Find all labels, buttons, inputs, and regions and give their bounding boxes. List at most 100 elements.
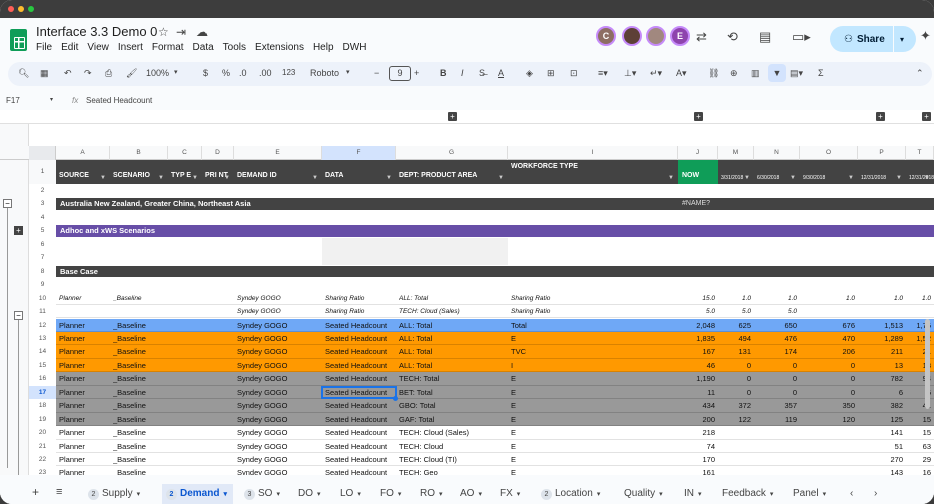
select-all-corner[interactable]: [29, 146, 56, 160]
sheet-tab-fx[interactable]: FX ▾: [500, 488, 520, 499]
font-select[interactable]: Roboto: [310, 68, 339, 78]
text-rotation-icon[interactable]: A▾: [676, 68, 687, 79]
row-number[interactable]: 13: [29, 332, 56, 345]
cell-a[interactable]: Planner: [59, 292, 107, 305]
filter-icon[interactable]: ▼: [224, 175, 230, 181]
tab-chevron-icon[interactable]: ▾: [597, 491, 601, 498]
cell-b[interactable]: _Baseline: [113, 466, 165, 475]
cell-f[interactable]: Seated Headcount: [325, 413, 393, 426]
column-header-T[interactable]: T: [906, 146, 934, 160]
cell-m[interactable]: 131: [721, 345, 751, 358]
cell-e[interactable]: Syndey GOGO: [237, 440, 319, 453]
cell-t[interactable]: 1.0: [909, 292, 931, 305]
cell-e[interactable]: Syndey GOGO: [237, 453, 319, 466]
cell-f[interactable]: Seated Headcount: [325, 359, 393, 372]
cell-f[interactable]: Seated Headcount: [325, 399, 393, 412]
cell-o[interactable]: 1.0: [803, 292, 855, 305]
filter-icon[interactable]: ▼: [790, 175, 796, 181]
cell-i[interactable]: E: [511, 413, 675, 426]
filter-icon[interactable]: ▼: [100, 175, 106, 181]
currency-button[interactable]: $: [203, 68, 208, 78]
cell-a[interactable]: Planner: [59, 399, 107, 412]
cell-t[interactable]: 15: [909, 426, 931, 439]
cell-e[interactable]: Syndey GOGO: [237, 466, 319, 475]
functions-button[interactable]: Σ: [818, 68, 824, 78]
cell-g[interactable]: ALL: Total: [399, 319, 505, 332]
expand-group-icon[interactable]: +: [922, 112, 931, 121]
sheet-tab-lo[interactable]: LO ▾: [340, 488, 361, 499]
cell-p[interactable]: 13: [861, 359, 903, 372]
cell-g[interactable]: ALL: Total: [399, 359, 505, 372]
row-number[interactable]: 2: [29, 184, 56, 197]
cell-j[interactable]: 74: [681, 440, 715, 453]
cell-a[interactable]: Planner: [59, 466, 107, 475]
row-number[interactable]: 11: [29, 305, 56, 318]
cell-j[interactable]: 434: [681, 399, 715, 412]
cell-f[interactable]: Seated Headcount: [325, 426, 393, 439]
paint-format-icon[interactable]: 🖌︎: [126, 68, 137, 79]
tab-chevron-icon[interactable]: ▾: [698, 491, 702, 498]
zoom-select[interactable]: 100%: [146, 68, 169, 78]
vertical-scrollbar[interactable]: [925, 318, 930, 409]
cell-n[interactable]: 0: [757, 372, 797, 385]
move-folder-icon[interactable]: ⇥: [176, 25, 186, 39]
column-header-J[interactable]: J: [678, 146, 718, 160]
tab-chevron-icon[interactable]: ▾: [478, 491, 482, 498]
cell-e[interactable]: Syndey GOGO: [237, 332, 319, 345]
strikethrough-icon[interactable]: S̶: [479, 68, 485, 78]
star-icon[interactable]: ☆: [158, 25, 169, 39]
cell-m[interactable]: 0: [721, 386, 751, 399]
cell-g[interactable]: TECH: Cloud (Sales): [399, 305, 505, 318]
column-header-O[interactable]: O: [800, 146, 858, 160]
column-header-N[interactable]: N: [754, 146, 800, 160]
cell-o[interactable]: 0: [803, 372, 855, 385]
cell-g[interactable]: TECH: Cloud (Sales): [399, 426, 505, 439]
cell-g[interactable]: TECH: Cloud (TI): [399, 453, 505, 466]
cell-b[interactable]: _Baseline: [113, 359, 165, 372]
cell-m[interactable]: 1.0: [721, 292, 751, 305]
cell-o[interactable]: 350: [803, 399, 855, 412]
expand-group-icon[interactable]: +: [448, 112, 457, 121]
cell-o[interactable]: 0: [803, 386, 855, 399]
cell-p[interactable]: 141: [861, 426, 903, 439]
fill-color-icon[interactable]: ◈: [526, 68, 533, 79]
cell-o[interactable]: 676: [803, 319, 855, 332]
more-formats-button[interactable]: 123: [282, 68, 295, 77]
cell-m[interactable]: 625: [721, 319, 751, 332]
cell-m[interactable]: 494: [721, 332, 751, 345]
cell-e[interactable]: Syndey GOGO: [237, 305, 319, 318]
collapse-group-icon[interactable]: −: [14, 310, 23, 320]
cell-j[interactable]: 200: [681, 413, 715, 426]
cell-n[interactable]: 0: [757, 359, 797, 372]
cell-e[interactable]: Syndey GOGO: [237, 426, 319, 439]
cell-p[interactable]: 211: [861, 345, 903, 358]
cell-i[interactable]: E: [511, 440, 675, 453]
filter-icon[interactable]: ▼: [192, 175, 198, 181]
cell-n[interactable]: 476: [757, 332, 797, 345]
expand-group-icon[interactable]: +: [876, 112, 885, 121]
cell-b[interactable]: _Baseline: [113, 319, 165, 332]
cell-i[interactable]: E: [511, 399, 675, 412]
cell-g[interactable]: ALL: Total: [399, 345, 505, 358]
cell-j[interactable]: 11: [681, 386, 715, 399]
minimize-window-button[interactable]: [18, 6, 24, 12]
menu-tools[interactable]: Tools: [223, 42, 246, 53]
menu-dwh[interactable]: DWH: [343, 42, 367, 53]
cell-p[interactable]: 1.0: [861, 292, 903, 305]
collapse-group-icon[interactable]: −: [3, 199, 12, 209]
cell-b[interactable]: _Baseline: [113, 440, 165, 453]
cell-f[interactable]: Seated Headcount: [325, 453, 393, 466]
cell-b[interactable]: _Baseline: [113, 292, 165, 305]
column-header-D[interactable]: D: [202, 146, 234, 160]
cell-g[interactable]: ALL: Total: [399, 332, 505, 345]
cell-t[interactable]: 16: [909, 466, 931, 475]
formula-input[interactable]: Seated Headcount: [86, 96, 152, 105]
cell-n[interactable]: 174: [757, 345, 797, 358]
font-chevron-icon[interactable]: ▾: [346, 68, 350, 76]
bold-button[interactable]: B: [440, 68, 447, 78]
history-icon[interactable]: ⟲: [727, 29, 738, 45]
cell-g[interactable]: TECH: Geo: [399, 466, 505, 475]
cell-a[interactable]: Planner: [59, 372, 107, 385]
font-size-increase[interactable]: +: [414, 68, 419, 78]
cell-p[interactable]: 51: [861, 440, 903, 453]
